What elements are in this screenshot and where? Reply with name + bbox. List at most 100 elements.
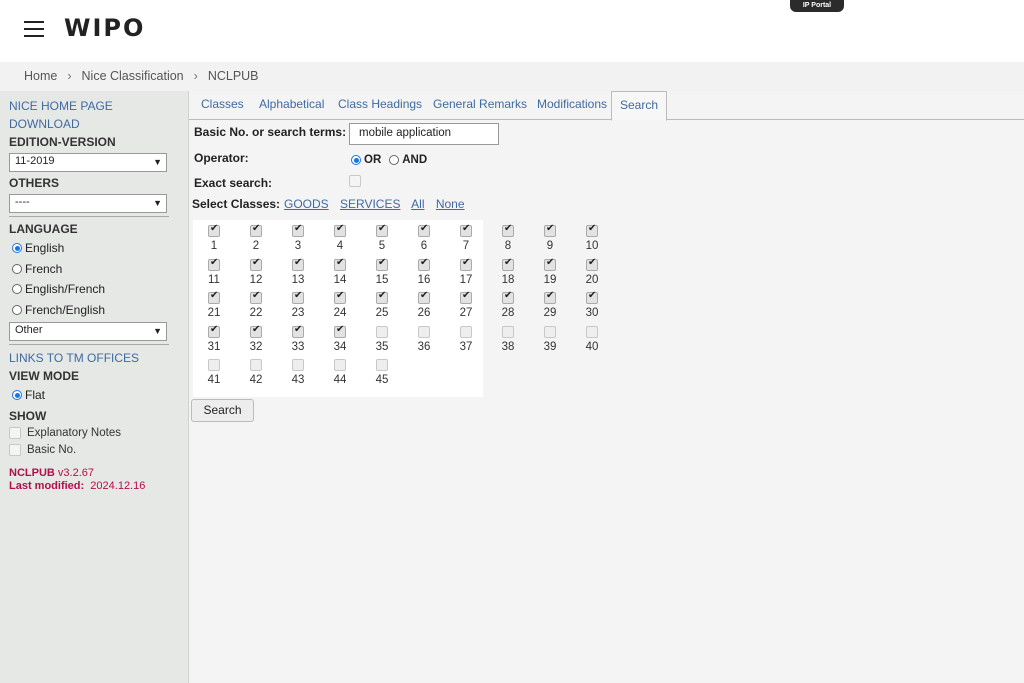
radio-button[interactable]: [12, 304, 22, 315]
operator-and-radio[interactable]: [389, 155, 400, 165]
tab-modifications[interactable]: Modifications: [537, 97, 607, 111]
class-checkbox-15[interactable]: 15: [367, 257, 397, 286]
checkbox[interactable]: [250, 257, 262, 271]
checkbox[interactable]: [292, 290, 304, 304]
download-link[interactable]: DOWNLOAD: [9, 115, 188, 133]
class-checkbox-3[interactable]: 3: [283, 223, 313, 252]
tab-alphabetical[interactable]: Alphabetical: [259, 97, 324, 111]
radio-button[interactable]: [12, 390, 22, 401]
edition-select[interactable]: 11-2019 ▼: [9, 153, 167, 172]
class-checkbox-35[interactable]: 35: [367, 325, 397, 353]
radio-button[interactable]: [12, 263, 22, 274]
checkbox[interactable]: [376, 325, 388, 338]
checkbox[interactable]: [292, 359, 304, 371]
checkbox[interactable]: [586, 257, 598, 271]
class-checkbox-34[interactable]: 34: [325, 324, 355, 353]
class-checkbox-21[interactable]: 21: [199, 290, 229, 319]
exact-search-checkbox[interactable]: [349, 175, 361, 187]
menu-icon[interactable]: [24, 21, 44, 39]
checkbox[interactable]: [418, 290, 430, 304]
class-checkbox-42[interactable]: 42: [241, 359, 271, 386]
checkbox[interactable]: [544, 223, 556, 237]
others-select[interactable]: ---- ▼: [9, 194, 167, 213]
checkbox[interactable]: [418, 257, 430, 271]
checkbox[interactable]: [250, 223, 262, 237]
class-checkbox-20[interactable]: 20: [577, 257, 607, 286]
class-checkbox-45[interactable]: 45: [367, 359, 397, 386]
class-checkbox-38[interactable]: 38: [493, 325, 523, 353]
class-checkbox-40[interactable]: 40: [577, 325, 607, 353]
class-checkbox-37[interactable]: 37: [451, 325, 481, 353]
class-checkbox-13[interactable]: 13: [283, 257, 313, 286]
class-checkbox-1[interactable]: 1: [199, 223, 229, 252]
class-checkbox-5[interactable]: 5: [367, 223, 397, 252]
class-checkbox-32[interactable]: 32: [241, 324, 271, 353]
checkbox[interactable]: [418, 325, 430, 338]
language-other-select[interactable]: Other ▼: [9, 322, 167, 341]
checkbox[interactable]: [9, 427, 21, 439]
checkbox[interactable]: [250, 290, 262, 304]
search-input[interactable]: mobile application: [349, 123, 499, 145]
language-option-english[interactable]: English: [9, 238, 188, 259]
services-link[interactable]: SERVICES: [340, 197, 400, 211]
checkbox[interactable]: [208, 290, 220, 304]
checkbox[interactable]: [334, 359, 346, 371]
checkbox[interactable]: [376, 290, 388, 304]
class-checkbox-27[interactable]: 27: [451, 290, 481, 319]
search-button[interactable]: Search: [191, 399, 254, 422]
tab-classes[interactable]: Classes: [201, 97, 244, 111]
ip-portal-button[interactable]: IP Portal: [790, 0, 844, 12]
checkbox[interactable]: [250, 359, 262, 371]
checkbox[interactable]: [502, 223, 514, 237]
class-checkbox-31[interactable]: 31: [199, 324, 229, 353]
class-checkbox-18[interactable]: 18: [493, 257, 523, 286]
checkbox[interactable]: [208, 359, 220, 371]
operator-or-radio[interactable]: [351, 155, 361, 165]
checkbox[interactable]: [460, 290, 472, 304]
checkbox[interactable]: [9, 444, 21, 456]
class-checkbox-41[interactable]: 41: [199, 359, 229, 386]
language-option-english-french[interactable]: English/French: [9, 279, 188, 300]
checkbox[interactable]: [460, 257, 472, 271]
checkbox[interactable]: [208, 223, 220, 237]
goods-link[interactable]: GOODS: [284, 197, 329, 211]
class-checkbox-44[interactable]: 44: [325, 359, 355, 386]
class-checkbox-39[interactable]: 39: [535, 325, 565, 353]
class-checkbox-26[interactable]: 26: [409, 290, 439, 319]
checkbox[interactable]: [292, 223, 304, 237]
breadcrumb-nice-classification[interactable]: Nice Classification: [82, 69, 184, 83]
checkbox[interactable]: [250, 324, 262, 338]
checkbox[interactable]: [502, 257, 514, 271]
class-checkbox-17[interactable]: 17: [451, 257, 481, 286]
tab-class-headings[interactable]: Class Headings: [338, 97, 422, 111]
class-checkbox-14[interactable]: 14: [325, 257, 355, 286]
class-checkbox-33[interactable]: 33: [283, 324, 313, 353]
wipo-logo[interactable]: WIPO: [64, 14, 145, 42]
class-checkbox-6[interactable]: 6: [409, 223, 439, 252]
class-checkbox-22[interactable]: 22: [241, 290, 271, 319]
checkbox[interactable]: [544, 325, 556, 338]
nice-home-link[interactable]: NICE HOME PAGE: [9, 97, 188, 115]
checkbox[interactable]: [334, 223, 346, 237]
checkbox[interactable]: [544, 257, 556, 271]
class-checkbox-12[interactable]: 12: [241, 257, 271, 286]
class-checkbox-24[interactable]: 24: [325, 290, 355, 319]
checkbox[interactable]: [460, 325, 472, 338]
class-checkbox-2[interactable]: 2: [241, 223, 271, 252]
language-option-french[interactable]: French: [9, 259, 188, 280]
checkbox[interactable]: [334, 257, 346, 271]
tab-general-remarks[interactable]: General Remarks: [433, 97, 527, 111]
checkbox[interactable]: [586, 223, 598, 237]
breadcrumb-home[interactable]: Home: [24, 69, 57, 83]
class-checkbox-7[interactable]: 7: [451, 223, 481, 252]
class-checkbox-23[interactable]: 23: [283, 290, 313, 319]
checkbox[interactable]: [418, 223, 430, 237]
checkbox[interactable]: [586, 325, 598, 338]
checkbox[interactable]: [208, 324, 220, 338]
class-checkbox-30[interactable]: 30: [577, 290, 607, 319]
class-checkbox-10[interactable]: 10: [577, 223, 607, 252]
checkbox[interactable]: [544, 290, 556, 304]
class-checkbox-36[interactable]: 36: [409, 325, 439, 353]
radio-button[interactable]: [12, 243, 22, 254]
class-checkbox-8[interactable]: 8: [493, 223, 523, 252]
